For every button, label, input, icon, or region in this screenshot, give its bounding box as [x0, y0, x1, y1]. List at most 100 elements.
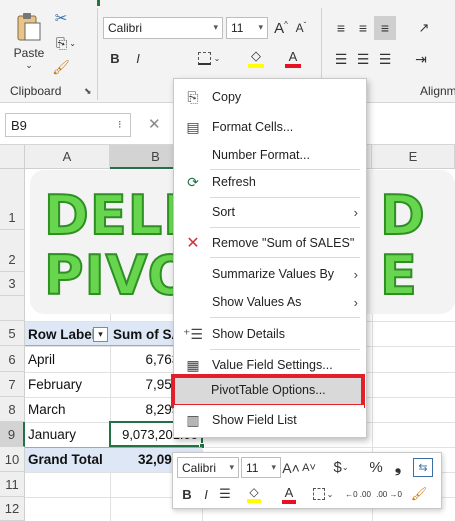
cut-button[interactable]: ✂: [52, 8, 70, 28]
menu-item-label: PivotTable Options...: [211, 383, 326, 397]
row-label: 5: [8, 326, 16, 341]
menu-item-format-cells[interactable]: ▤ Format Cells...: [174, 112, 366, 142]
bottom-align-button[interactable]: ≡: [374, 16, 396, 40]
align-middle-icon: ≡: [358, 20, 368, 36]
menu-item-show-details[interactable]: ⁺☰ Show Details: [174, 319, 366, 349]
shrink-font-button[interactable]: Aˇ: [292, 17, 310, 39]
clipboard-icon: [16, 12, 42, 42]
mini-italic-button[interactable]: I: [198, 484, 214, 504]
row-label: 10: [4, 452, 20, 467]
row-label: 3: [8, 276, 16, 291]
column-header-a[interactable]: A: [25, 145, 110, 169]
scissors-icon: ✂: [54, 10, 68, 27]
row-header-2[interactable]: 2: [0, 230, 25, 272]
borders-button[interactable]: ⌄: [194, 48, 224, 68]
menu-item-label: Sort: [212, 205, 235, 219]
row-header-4[interactable]: [0, 296, 25, 321]
table-row-label[interactable]: February: [28, 372, 82, 397]
font-size-dropdown[interactable]: 11 ▾: [226, 17, 268, 39]
mini-format-painter-button[interactable]: 🖌: [409, 484, 429, 504]
caret-up-icon: ^: [284, 19, 288, 29]
mini-font-color-button[interactable]: A: [275, 482, 303, 506]
fill-color-button[interactable]: ◇: [240, 46, 272, 70]
paste-button[interactable]: Paste ⌄: [8, 10, 50, 72]
menu-item-show-values-as[interactable]: Show Values As ›: [174, 287, 366, 317]
remove-icon: ✕: [186, 235, 200, 252]
chevron-down-icon: ⌄: [341, 463, 349, 472]
row-header-3[interactable]: 3: [0, 272, 25, 296]
paint-bucket-icon: ◇: [251, 48, 261, 63]
menu-item-remove-field[interactable]: ✕ Remove "Sum of SALES": [174, 228, 366, 258]
align-top-icon: ≡: [336, 20, 346, 36]
filter-dropdown-button[interactable]: ▾: [93, 327, 108, 342]
font-name-dropdown[interactable]: Calibri ▾: [103, 17, 223, 39]
italic-button[interactable]: I: [130, 48, 146, 68]
column-header-e[interactable]: E: [372, 145, 455, 169]
grand-total-label[interactable]: Grand Total: [28, 447, 103, 472]
mini-borders-button[interactable]: ⌄: [309, 484, 337, 504]
middle-align-button[interactable]: ≡: [353, 17, 373, 39]
mini-fill-color-button[interactable]: ◇: [239, 482, 269, 506]
name-box[interactable]: B9: [5, 113, 131, 137]
copy-button[interactable]: ⎘ ⌄: [52, 33, 80, 53]
indent-button[interactable]: ⇥: [410, 48, 432, 70]
italic-label: I: [204, 486, 208, 502]
mini-shrink-font-button[interactable]: A˅: [301, 457, 317, 478]
align-right-button[interactable]: ☰: [375, 48, 395, 70]
font-color-button[interactable]: A: [278, 46, 308, 70]
align-center-button[interactable]: ☰: [353, 48, 373, 70]
dialog-launcher-icon[interactable]: ⬊: [84, 86, 92, 97]
font-color-label: A: [284, 484, 294, 500]
menu-item-refresh[interactable]: ⟳ Refresh: [174, 167, 366, 197]
mini-decrease-decimal-button[interactable]: .00 →0: [376, 483, 402, 505]
copy-icon: ⎘: [56, 34, 68, 51]
mini-wrap-button[interactable]: ⇆: [413, 458, 433, 477]
menu-item-label: Value Field Settings...: [212, 358, 333, 372]
mini-bold-button[interactable]: B: [179, 484, 195, 504]
grow-font-button[interactable]: A ^: [272, 17, 290, 39]
bold-button[interactable]: B: [107, 48, 123, 68]
mini-increase-decimal-button[interactable]: ←0 .00: [345, 483, 371, 505]
mini-font-name-dropdown[interactable]: Calibri ▾: [177, 457, 239, 478]
row-header-9[interactable]: 9: [0, 422, 25, 447]
format-painter-button[interactable]: 🖌: [52, 57, 70, 77]
show-details-icon: ⁺☰: [183, 325, 203, 342]
menu-item-sort[interactable]: Sort ›: [174, 197, 366, 227]
mini-align-button[interactable]: ☰: [217, 484, 233, 504]
orientation-button[interactable]: ↗: [410, 17, 438, 39]
name-box-dropdown-icon[interactable]: ⁝: [118, 118, 122, 131]
row-header-6[interactable]: 6: [0, 346, 25, 372]
row-header-8[interactable]: 8: [0, 397, 25, 422]
font-name-value: Calibri: [182, 460, 217, 475]
align-left-button[interactable]: ☰: [331, 48, 351, 70]
cancel-icon[interactable]: ✕: [148, 115, 161, 133]
banner-line-2-end: E: [379, 243, 418, 308]
mini-comma-button[interactable]: ❟: [390, 457, 406, 478]
table-row-label[interactable]: January: [28, 422, 76, 447]
menu-item-show-field-list[interactable]: ▥ Show Field List: [174, 405, 364, 435]
table-row-label[interactable]: March: [28, 397, 66, 422]
menu-item-copy[interactable]: ⎘ Copy: [174, 82, 366, 112]
menu-item-summarize-values-by[interactable]: Summarize Values By ›: [174, 259, 366, 289]
select-all-corner[interactable]: [0, 145, 25, 169]
mini-percent-button[interactable]: %: [366, 457, 386, 478]
mini-font-size-dropdown[interactable]: 11 ▾: [241, 457, 281, 478]
row-header-1[interactable]: 1: [0, 169, 25, 230]
mini-grow-font-button[interactable]: A˄: [282, 457, 300, 478]
mini-currency-button[interactable]: $ ⌄: [330, 457, 352, 478]
row-header-11[interactable]: 11: [0, 472, 25, 497]
chevron-down-icon: ▾: [213, 22, 218, 32]
row-header-7[interactable]: 7: [0, 372, 25, 397]
chevron-down-icon: ⌄: [69, 38, 76, 48]
row-label: 9: [7, 427, 16, 442]
menu-divider: [210, 257, 360, 258]
row-header-10[interactable]: 10: [0, 447, 25, 472]
table-row-label[interactable]: April: [28, 346, 55, 372]
row-header-5[interactable]: 5: [0, 321, 25, 346]
row-label: 7: [8, 377, 16, 392]
menu-item-number-format[interactable]: Number Format...: [174, 140, 366, 170]
menu-item-pivottable-options[interactable]: PivotTable Options...: [171, 374, 365, 408]
top-align-button[interactable]: ≡: [331, 17, 351, 39]
active-tab-indicator: [97, 0, 100, 6]
row-header-12[interactable]: 12: [0, 497, 25, 521]
